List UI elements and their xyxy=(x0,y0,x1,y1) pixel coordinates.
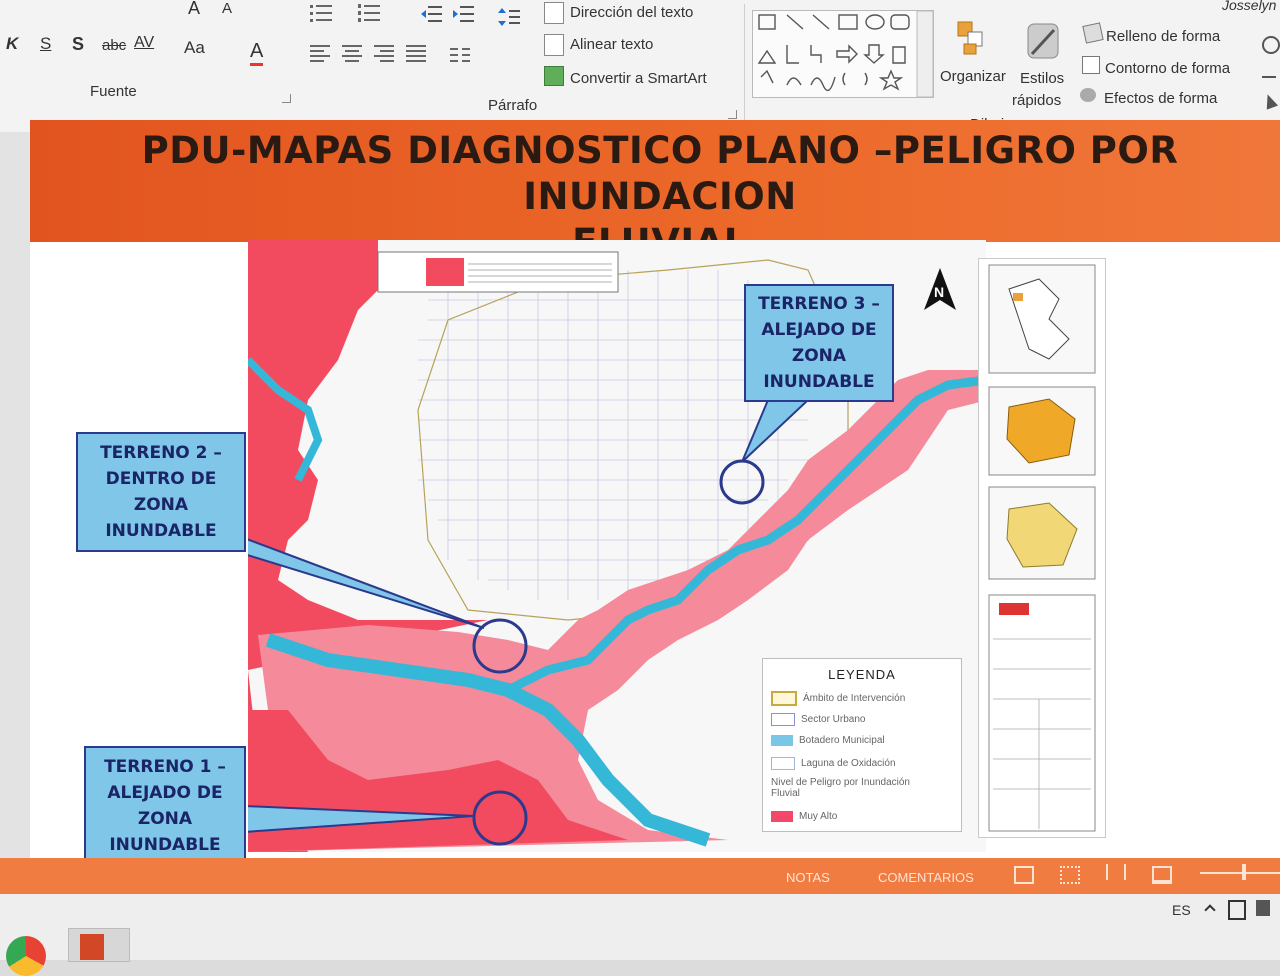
volume-icon[interactable] xyxy=(1256,900,1270,916)
map-title-block xyxy=(988,594,1096,832)
shape-fill-icon xyxy=(1082,22,1104,44)
callout-terreno-2-line-1: TERRENO 2 – xyxy=(100,443,222,463)
paragraph-dialog-launcher-icon[interactable] xyxy=(728,110,737,119)
callout-terreno-2-line-4: INUNDABLE xyxy=(105,521,217,541)
bullets-icon[interactable] xyxy=(310,2,332,24)
powerpoint-logo-icon xyxy=(80,934,104,960)
font-group-label: Fuente xyxy=(90,83,137,100)
legend-label-muy-alto: Muy Alto xyxy=(799,811,838,822)
align-center-icon[interactable] xyxy=(342,44,362,62)
user-name[interactable]: Josselyn xyxy=(1222,0,1276,13)
find-icon[interactable] xyxy=(1262,36,1280,54)
font-dialog-launcher-icon[interactable] xyxy=(282,94,291,103)
north-label: N xyxy=(934,284,945,300)
legend-item-botadero: Botadero Municipal xyxy=(771,735,885,746)
legend-label-ambito: Ámbito de Intervención xyxy=(803,693,906,704)
status-bar xyxy=(0,858,1280,894)
reading-view-icon[interactable] xyxy=(1106,864,1126,880)
legend-level-title-line-1: Nivel de Peligro por Inundación xyxy=(771,777,910,788)
callout-terreno-1-line-3: ZONA xyxy=(137,809,193,829)
decrease-indent-icon[interactable] xyxy=(420,4,442,24)
callout-terreno-3-line-1: TERRENO 3 – xyxy=(758,294,880,314)
align-text-button[interactable]: Alinear texto xyxy=(570,36,653,53)
paragraph-group-label: Párrafo xyxy=(488,97,538,114)
shape-fill-button[interactable]: Relleno de forma xyxy=(1106,28,1220,45)
shapes-gallery-icons xyxy=(757,10,934,98)
grow-font-button[interactable]: A xyxy=(188,0,200,19)
shadow-button[interactable]: S xyxy=(72,34,84,55)
map-legend: LEYENDA Ámbito de Intervención Sector Ur… xyxy=(762,658,962,832)
legend-level-title: Nivel de Peligro por Inundación Fluvial xyxy=(771,777,910,799)
slideshow-icon[interactable] xyxy=(1152,866,1172,884)
group-separator xyxy=(744,4,745,124)
callout-terreno-1-line-4: INUNDABLE xyxy=(109,835,221,855)
callout-terreno-3[interactable]: TERRENO 3 – ALEJADO DE ZONA INUNDABLE xyxy=(744,284,894,402)
slide-sorter-icon[interactable] xyxy=(1060,866,1080,884)
taskbar xyxy=(0,894,1280,960)
char-spacing-button[interactable]: AV xyxy=(134,34,154,52)
network-icon[interactable] xyxy=(1228,900,1246,920)
legend-item-muy-alto: Muy Alto xyxy=(771,811,837,822)
shape-outline-button[interactable]: Contorno de forma xyxy=(1105,60,1230,77)
select-cursor-icon[interactable] xyxy=(1261,92,1279,110)
legend-item-laguna: Laguna de Oxidación xyxy=(771,757,896,770)
underline-button[interactable]: S xyxy=(40,34,51,54)
justify-icon[interactable] xyxy=(406,44,426,62)
smartart-icon xyxy=(544,66,564,86)
callout-terreno-2[interactable]: TERRENO 2 – DENTRO DE ZONA INUNDABLE xyxy=(76,432,246,552)
callout-terreno-2-line-2: DENTRO DE xyxy=(105,469,217,489)
align-left-icon[interactable] xyxy=(310,44,330,62)
legend-label-laguna: Laguna de Oxidación xyxy=(801,758,896,769)
notes-button[interactable]: NOTAS xyxy=(786,870,830,885)
align-text-icon xyxy=(544,34,564,56)
map-index-box xyxy=(377,251,619,293)
comments-button[interactable]: COMENTARIOS xyxy=(878,870,974,885)
legend-label-sector: Sector Urbano xyxy=(801,714,866,725)
shape-outline-icon xyxy=(1082,56,1100,74)
zoom-slider[interactable] xyxy=(1200,872,1280,874)
replace-icon[interactable] xyxy=(1262,64,1276,78)
arrange-icon xyxy=(956,20,990,56)
callout-terreno-3-line-3: ZONA xyxy=(791,346,847,366)
text-direction-button[interactable]: Dirección del texto xyxy=(570,4,693,21)
callout-terreno-1-line-2: ALEJADO DE xyxy=(107,783,223,803)
font-color-button[interactable]: A xyxy=(250,40,264,66)
location-maps-panel xyxy=(978,258,1106,838)
legend-level-title-line-2: Fluvial xyxy=(771,788,800,799)
quick-styles-button[interactable]: Estilos xyxy=(1020,70,1064,87)
legend-title: LEYENDA xyxy=(828,667,896,682)
zoom-slider-thumb[interactable] xyxy=(1242,864,1246,880)
text-direction-icon xyxy=(544,2,564,24)
callout-terreno-1-line-1: TERRENO 1 – xyxy=(104,757,226,777)
line-spacing-icon[interactable] xyxy=(498,6,520,28)
arrange-button[interactable]: Organizar xyxy=(940,68,1006,85)
shape-effects-icon xyxy=(1080,88,1096,102)
legend-item-ambito: Ámbito de Intervención xyxy=(771,691,905,706)
numbering-icon[interactable] xyxy=(358,2,380,24)
columns-icon[interactable] xyxy=(450,46,470,64)
quick-styles-label-2: rápidos xyxy=(1012,92,1062,109)
callout-terreno-1[interactable]: TERRENO 1 – ALEJADO DE ZONA INUNDABLE xyxy=(84,746,246,866)
slide-title-line-1: PDU-MAPAS DIAGNOSTICO PLANO –PELIGRO POR… xyxy=(141,129,1179,218)
change-case-button[interactable]: Aa xyxy=(184,38,205,58)
legend-item-sector: Sector Urbano xyxy=(771,713,865,726)
shape-effects-button[interactable]: Efectos de forma xyxy=(1104,90,1217,107)
bold-button[interactable]: K xyxy=(6,34,18,54)
language-indicator[interactable]: ES xyxy=(1172,902,1191,918)
callout-terreno-3-line-2: ALEJADO DE xyxy=(761,320,877,340)
shapes-gallery[interactable] xyxy=(752,10,934,98)
callout-terreno-3-line-4: INUNDABLE xyxy=(763,372,875,392)
strikethrough-button[interactable]: abc xyxy=(102,37,126,54)
ribbon: A A K S S abc AV Aa A Fuente Dirección d… xyxy=(0,0,1280,133)
shrink-font-button[interactable]: A xyxy=(222,0,232,17)
quick-styles-icon xyxy=(1024,20,1064,64)
callout-terreno-2-line-3: ZONA xyxy=(133,495,189,515)
increase-indent-icon[interactable] xyxy=(452,4,474,24)
align-right-icon[interactable] xyxy=(374,44,394,62)
normal-view-icon[interactable] xyxy=(1014,866,1034,884)
chrome-icon[interactable] xyxy=(6,936,46,976)
convert-smartart-button[interactable]: Convertir a SmartArt xyxy=(570,70,707,87)
legend-label-botadero: Botadero Municipal xyxy=(799,735,885,746)
